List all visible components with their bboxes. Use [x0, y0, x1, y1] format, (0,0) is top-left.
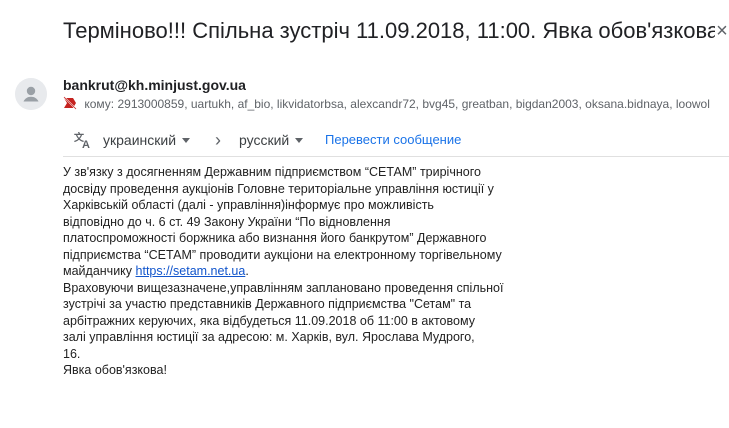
translate-icon: 文 A	[74, 131, 90, 150]
body-text-fragment: майданчику	[63, 264, 136, 278]
sender-email[interactable]: bankrut@kh.minjust.gov.ua	[63, 76, 246, 94]
body-line: майданчику https://setam.net.ua.	[63, 263, 533, 280]
translate-bar: 文 A украинский › русский Перевести сообщ…	[63, 124, 729, 157]
chevron-down-icon	[182, 137, 191, 143]
source-language-select[interactable]: украинский	[103, 124, 191, 156]
body-line: залі управління юстиції за адресою: м. Х…	[63, 330, 475, 344]
chevron-right-icon: ›	[215, 130, 221, 150]
body-line: зустрічі за участю представників Державн…	[63, 297, 472, 311]
email-view: Терміново!!! Спільна зустріч 11.09.2018,…	[0, 0, 729, 428]
body-line: платоспроможності боржника або визнання …	[63, 231, 487, 245]
body-line: У зв'язку з досягненням Державним підпри…	[63, 165, 481, 179]
recipients-list[interactable]: 2913000859, uartukh, af_bio, likvidatorb…	[117, 97, 709, 111]
close-icon[interactable]: ×	[715, 16, 729, 46]
body-line: Явка обов'язкова!	[63, 363, 167, 377]
svg-text:A: A	[82, 139, 90, 150]
email-body: У зв'язку з досягненням Державним підпри…	[63, 164, 533, 379]
body-line: Враховуючи вищезазначене,управлінням зап…	[63, 280, 504, 295]
recipients-label: кому:	[84, 97, 115, 111]
target-language-label: русский	[239, 132, 290, 148]
body-line: підприємства “СЕТАМ” проводити аукціони …	[63, 247, 502, 262]
body-line: досвіду проведення аукціонів Головне тер…	[63, 181, 494, 196]
translate-message-link[interactable]: Перевести сообщение	[325, 124, 461, 156]
body-text-fragment: .	[245, 264, 249, 278]
chevron-down-icon	[295, 137, 304, 143]
subject-row: Терміново!!! Спільна зустріч 11.09.2018,…	[63, 16, 729, 46]
sender-avatar[interactable]	[15, 78, 47, 110]
setam-link[interactable]: https://setam.net.ua	[136, 264, 246, 278]
recipients-row: кому: 2913000859, uartukh, af_bio, likvi…	[63, 95, 729, 113]
email-subject: Терміново!!! Спільна зустріч 11.09.2018,…	[63, 18, 729, 43]
source-language-label: украинский	[103, 132, 177, 148]
person-icon	[15, 78, 47, 110]
body-line: відповідно до ч. 6 ст. 49 Закону України…	[63, 214, 391, 229]
body-line: арбітражних керуючих, яка відбудеться 11…	[63, 313, 475, 328]
body-line: 16.	[63, 346, 81, 361]
body-line: Харківській області (далі - управління)і…	[63, 198, 434, 212]
target-language-select[interactable]: русский	[239, 124, 304, 156]
importance-marker-icon[interactable]	[63, 96, 77, 110]
